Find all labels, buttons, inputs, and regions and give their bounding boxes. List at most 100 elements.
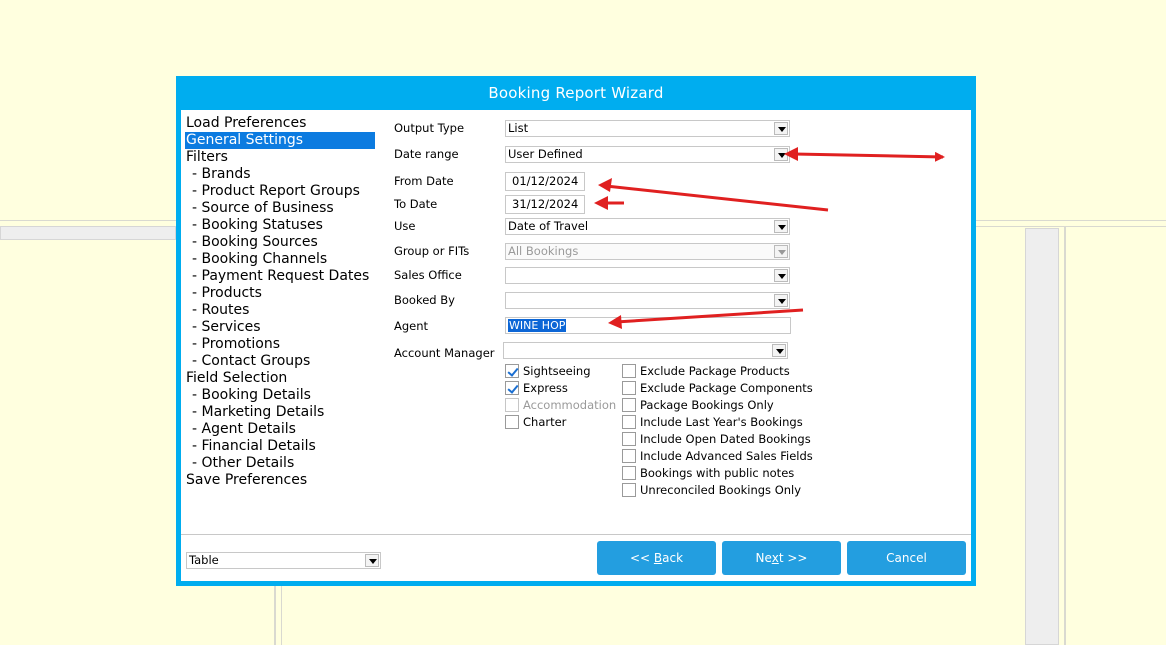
wizard-navigation: Load Preferences General Settings Filters -… (185, 115, 377, 489)
bookings-with-public-notes-checkbox-row[interactable]: Bookings with public notes (622, 466, 794, 483)
sightseeing-label: Sightseeing (523, 364, 591, 378)
unreconciled-bookings-only-checkbox[interactable] (622, 483, 636, 497)
use-select[interactable]: Date of Travel (505, 218, 790, 235)
cancel-button[interactable]: Cancel (847, 541, 966, 575)
nav-item-source-of-business[interactable]: - Source of Business (185, 200, 377, 217)
nav-item-payment-request-dates[interactable]: - Payment Request Dates (185, 268, 377, 285)
express-checkbox-row[interactable]: Express (505, 381, 568, 398)
charter-checkbox-row[interactable]: Charter (505, 415, 566, 432)
group-or-fits-label: Group or FITs (394, 244, 470, 258)
chevron-down-icon (774, 245, 788, 258)
include-advanced-sales-fields-checkbox-row[interactable]: Include Advanced Sales Fields (622, 449, 813, 466)
include-open-dated-bookings-checkbox-row[interactable]: Include Open Dated Bookings (622, 432, 811, 449)
include-advanced-sales-fields-label: Include Advanced Sales Fields (640, 449, 813, 463)
unreconciled-bookings-only-checkbox-row[interactable]: Unreconciled Bookings Only (622, 483, 801, 500)
booked-by-select[interactable] (505, 292, 790, 309)
sales-office-select[interactable] (505, 267, 790, 284)
nav-item-general-settings[interactable]: General Settings (185, 132, 375, 149)
chevron-down-icon[interactable] (365, 554, 379, 567)
express-checkbox[interactable] (505, 381, 519, 395)
agent-input[interactable]: WINE HOP (505, 317, 791, 334)
next-button-accelerator: x (771, 551, 779, 565)
chevron-down-icon[interactable] (772, 344, 786, 357)
exclude-package-products-checkbox[interactable] (622, 364, 636, 378)
include-open-dated-bookings-checkbox[interactable] (622, 432, 636, 446)
include-last-year-s-bookings-checkbox[interactable] (622, 415, 636, 429)
package-bookings-only-checkbox-row[interactable]: Package Bookings Only (622, 398, 774, 415)
include-last-year-s-bookings-checkbox-row[interactable]: Include Last Year's Bookings (622, 415, 803, 432)
nav-item-promotions[interactable]: - Promotions (185, 336, 377, 353)
background-scrollbar (1025, 228, 1059, 645)
chevron-down-icon[interactable] (774, 148, 788, 161)
booking-report-wizard-dialog: Booking Report Wizard Load Preferences Ge… (176, 76, 976, 586)
package-bookings-only-checkbox[interactable] (622, 398, 636, 412)
bookings-with-public-notes-checkbox[interactable] (622, 466, 636, 480)
nav-item-load-preferences[interactable]: Load Preferences (185, 115, 377, 132)
back-button-rest: ack (662, 551, 684, 565)
sightseeing-checkbox-row[interactable]: Sightseeing (505, 364, 591, 381)
nav-item-booking-details[interactable]: - Booking Details (185, 387, 377, 404)
include-advanced-sales-fields-checkbox[interactable] (622, 449, 636, 463)
nav-item-booking-channels[interactable]: - Booking Channels (185, 251, 377, 268)
background-panel-edge-mid (281, 586, 282, 645)
back-button[interactable]: << Back (597, 541, 716, 575)
chevron-down-icon[interactable] (774, 294, 788, 307)
to-date-field[interactable]: 31/12/2024 (505, 195, 585, 214)
background-panel-edge-left (274, 586, 276, 645)
sales-office-label: Sales Office (394, 268, 462, 282)
date-range-select[interactable]: User Defined (505, 146, 790, 163)
nav-item-marketing-details[interactable]: - Marketing Details (185, 404, 377, 421)
nav-item-brands[interactable]: - Brands (185, 166, 377, 183)
exclude-package-products-checkbox-row[interactable]: Exclude Package Products (622, 364, 790, 381)
package-bookings-only-label: Package Bookings Only (640, 398, 774, 412)
nav-item-product-report-groups[interactable]: - Product Report Groups (185, 183, 377, 200)
nav-item-other-details[interactable]: - Other Details (185, 455, 377, 472)
nav-item-filters[interactable]: Filters (185, 149, 377, 166)
output-format-select[interactable]: Table (186, 552, 381, 569)
accommodation-label: Accommodation (523, 398, 617, 412)
to-date-label: To Date (394, 197, 438, 211)
exclude-package-components-checkbox[interactable] (622, 381, 636, 395)
date-range-value: User Defined (508, 147, 583, 161)
background-panel-edge-right (1064, 226, 1066, 645)
chevron-down-icon[interactable] (774, 220, 788, 233)
bookings-with-public-notes-label: Bookings with public notes (640, 466, 795, 480)
group-or-fits-select: All Bookings (505, 243, 790, 260)
nav-item-routes[interactable]: - Routes (185, 302, 377, 319)
background-toolbar-strip (0, 226, 176, 240)
booked-by-label: Booked By (394, 293, 455, 307)
next-button-rest: t >> (778, 551, 808, 565)
sightseeing-checkbox[interactable] (505, 364, 519, 378)
accommodation-checkbox (505, 398, 519, 412)
footer-divider (181, 534, 971, 535)
from-date-label: From Date (394, 174, 454, 188)
next-button[interactable]: Next >> (722, 541, 841, 575)
charter-checkbox[interactable] (505, 415, 519, 429)
nav-item-products[interactable]: - Products (185, 285, 377, 302)
nav-item-save-preferences[interactable]: Save Preferences (185, 472, 377, 489)
include-open-dated-bookings-label: Include Open Dated Bookings (640, 432, 811, 446)
nav-item-services[interactable]: - Services (185, 319, 377, 336)
nav-item-agent-details[interactable]: - Agent Details (185, 421, 377, 438)
dialog-body: Load Preferences General Settings Filters -… (181, 110, 971, 581)
charter-label: Charter (523, 415, 567, 429)
date-range-label: Date range (394, 147, 459, 161)
account-manager-select[interactable] (503, 342, 788, 359)
output-format-value: Table (189, 553, 219, 567)
general-settings-form: Output Type List Date range User Defined… (394, 110, 971, 530)
nav-item-financial-details[interactable]: - Financial Details (185, 438, 377, 455)
exclude-package-products-label: Exclude Package Products (640, 364, 790, 378)
nav-item-field-selection[interactable]: Field Selection (185, 370, 377, 387)
exclude-package-components-checkbox-row[interactable]: Exclude Package Components (622, 381, 813, 398)
include-last-year-s-bookings-label: Include Last Year's Bookings (640, 415, 803, 429)
nav-item-booking-statuses[interactable]: - Booking Statuses (185, 217, 377, 234)
chevron-down-icon[interactable] (774, 269, 788, 282)
nav-item-booking-sources[interactable]: - Booking Sources (185, 234, 377, 251)
group-or-fits-value: All Bookings (508, 244, 579, 258)
next-button-prefix: Ne (755, 551, 772, 565)
from-date-field[interactable]: 01/12/2024 (505, 172, 585, 191)
nav-item-contact-groups[interactable]: - Contact Groups (185, 353, 377, 370)
agent-label: Agent (394, 319, 429, 333)
chevron-down-icon[interactable] (774, 122, 788, 135)
output-type-select[interactable]: List (505, 120, 790, 137)
